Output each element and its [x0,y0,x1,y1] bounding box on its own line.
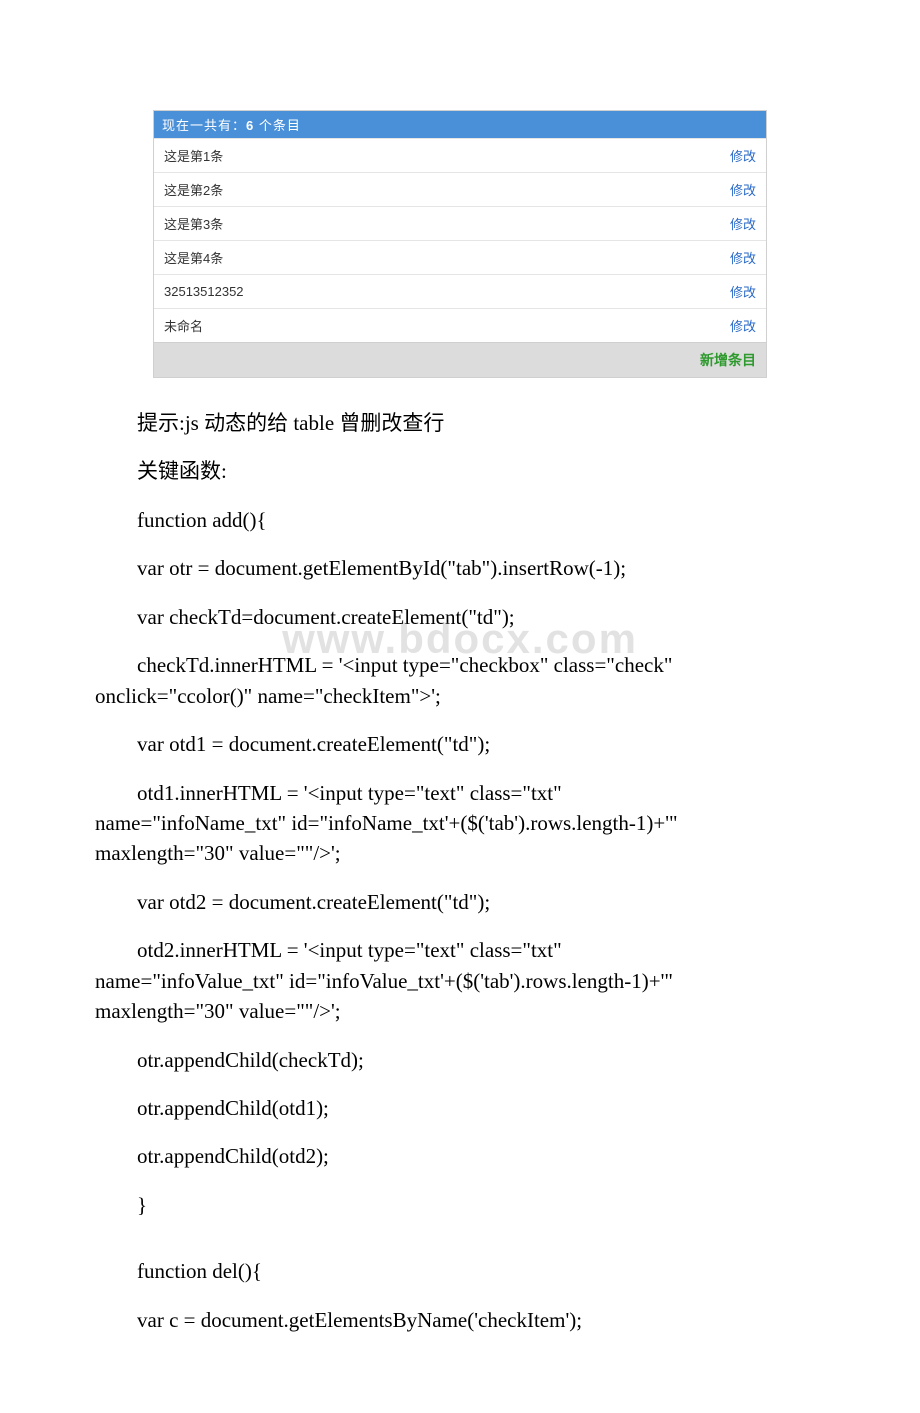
body-text: 关键函数: [95,456,825,486]
code-text: otr.appendChild(checkTd); [95,1045,825,1075]
code-text: name="infoName_txt" id="infoName_txt'+($… [95,808,825,838]
table-row: 未命名 修改 [154,308,766,342]
code-text: otd1.innerHTML = '<input type="text" cla… [95,778,825,808]
table-row: 32513512352 修改 [154,274,766,308]
code-text: var otr = document.getElementById("tab")… [95,553,825,583]
header-prefix: 现在一共有： [162,118,246,133]
header-suffix: 个条目 [254,118,301,133]
code-text: } [95,1190,825,1220]
edit-link[interactable]: 修改 [730,316,756,335]
code-text: var c = document.getElementsByName('chec… [95,1305,825,1335]
code-text: var otd1 = document.createElement("td"); [95,729,825,759]
document-page: 现在一共有：6 个条目 这是第1条 修改 这是第2条 修改 这是第3条 修改 这… [0,0,920,1413]
add-item-button[interactable]: 新增条目 [154,342,766,377]
code-text: otr.appendChild(otd2); [95,1141,825,1171]
code-text: maxlength="30" value=""/>'; [95,996,825,1026]
table-header: 现在一共有：6 个条目 [154,111,766,138]
code-text: otr.appendChild(otd1); [95,1093,825,1123]
row-text: 这是第4条 [164,248,223,267]
code-text: var otd2 = document.createElement("td"); [95,887,825,917]
row-text: 未命名 [164,316,203,335]
code-text: maxlength="30" value=""/>'; [95,838,825,868]
code-text: checkTd.innerHTML = '<input type="checkb… [95,650,825,680]
table-row: 这是第2条 修改 [154,172,766,206]
items-table: 现在一共有：6 个条目 这是第1条 修改 这是第2条 修改 这是第3条 修改 这… [153,110,767,378]
row-text: 这是第1条 [164,146,223,165]
row-text: 这是第2条 [164,180,223,199]
table-row: 这是第1条 修改 [154,138,766,172]
header-count: 6 [246,118,254,133]
code-text: otd2.innerHTML = '<input type="text" cla… [95,935,825,965]
body-text: 提示:js 动态的给 table 曾删改查行 [95,408,825,438]
code-text: var checkTd=document.createElement("td")… [95,602,825,632]
table-row: 这是第4条 修改 [154,240,766,274]
edit-link[interactable]: 修改 [730,146,756,165]
edit-link[interactable]: 修改 [730,214,756,233]
code-text: onclick="ccolor()" name="checkItem">'; [95,681,825,711]
row-text: 这是第3条 [164,214,223,233]
edit-link[interactable]: 修改 [730,248,756,267]
code-text: name="infoValue_txt" id="infoValue_txt'+… [95,966,825,996]
table-row: 这是第3条 修改 [154,206,766,240]
edit-link[interactable]: 修改 [730,180,756,199]
row-text: 32513512352 [164,284,244,299]
code-text: function del(){ [95,1256,825,1286]
edit-link[interactable]: 修改 [730,282,756,301]
code-text: function add(){ [95,505,825,535]
